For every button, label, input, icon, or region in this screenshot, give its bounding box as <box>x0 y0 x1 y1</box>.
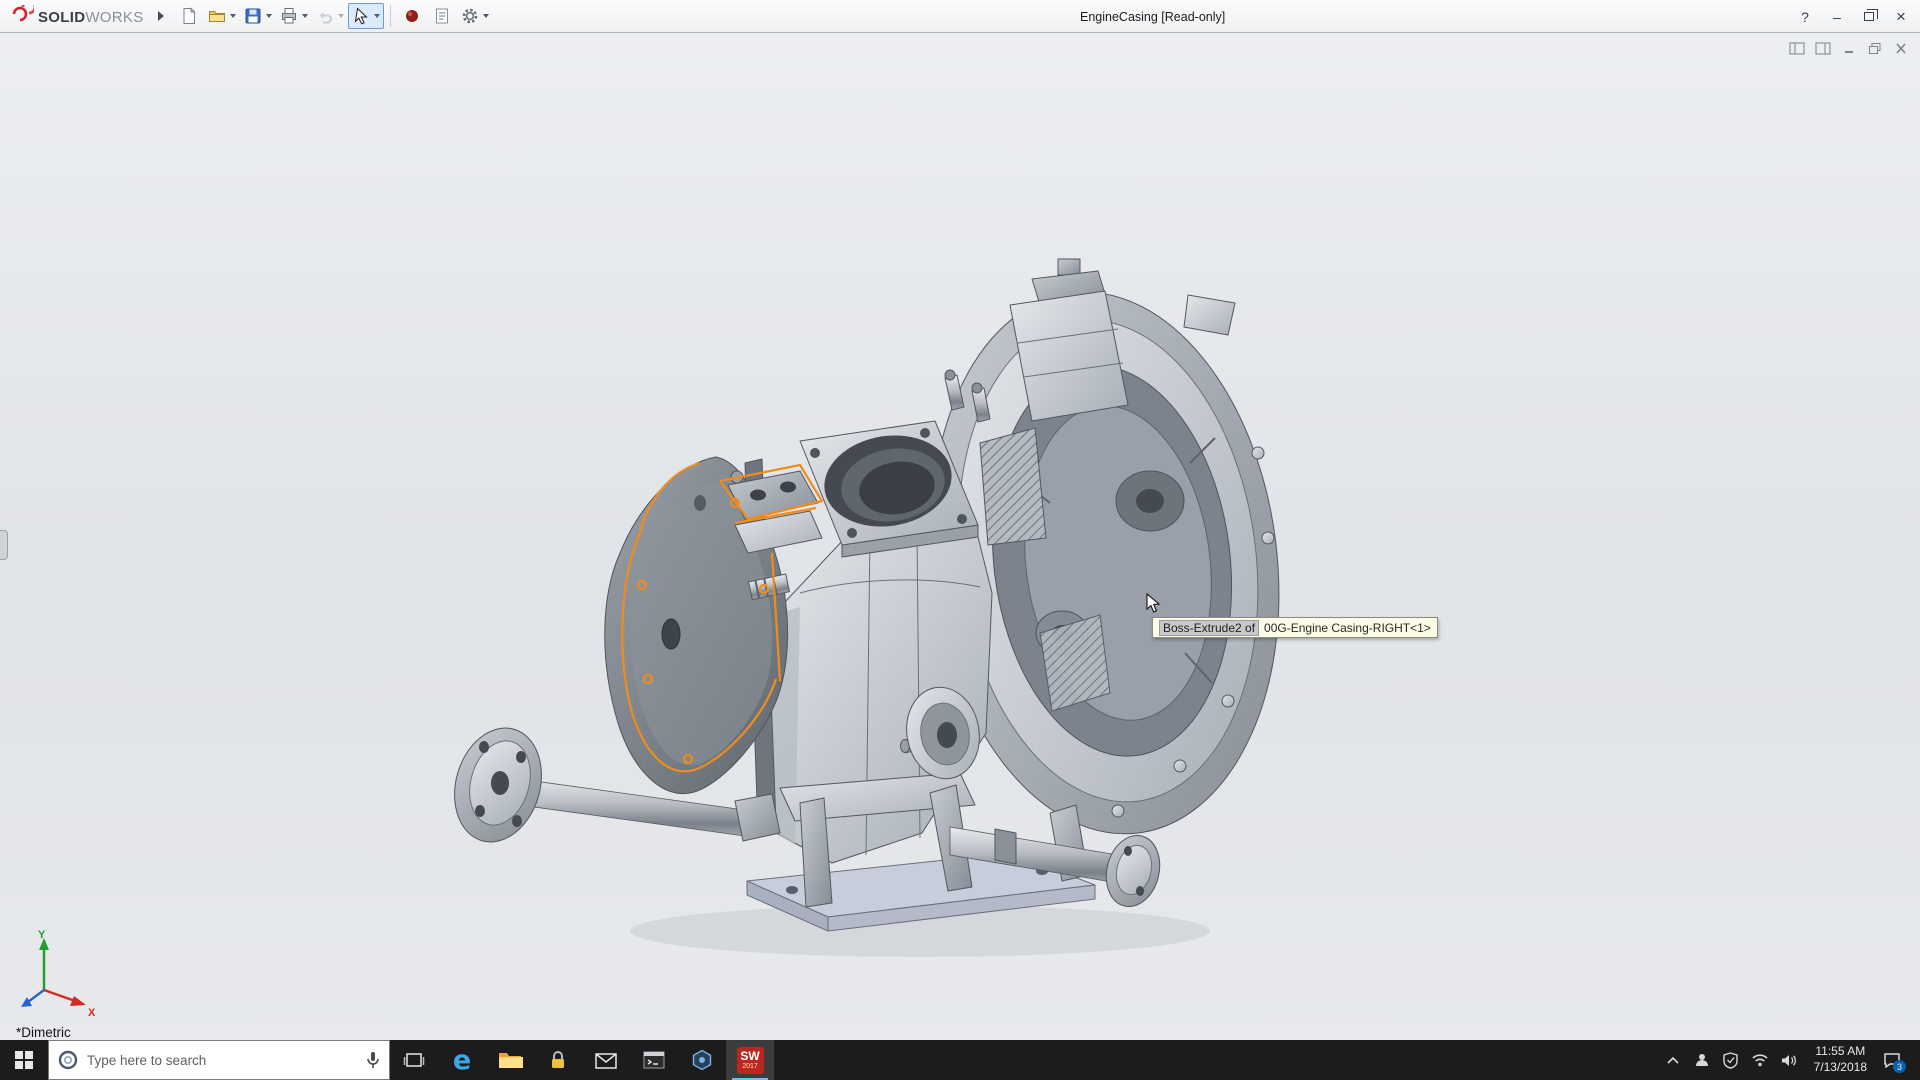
select-dropdown-caret[interactable] <box>374 14 380 18</box>
solidworks-app-icon: SW 2017 <box>737 1047 764 1074</box>
action-center-button[interactable]: 3 <box>1882 1050 1902 1070</box>
lock-icon <box>547 1049 569 1071</box>
taskbar-app-terminal[interactable] <box>630 1040 678 1080</box>
logo-text-solid: SOLID <box>38 9 85 26</box>
tray-network-icon[interactable] <box>1750 1050 1770 1070</box>
select-tool-button[interactable] <box>348 3 384 29</box>
clock-time: 11:55 AM <box>1815 1044 1865 1060</box>
print-dropdown-caret[interactable] <box>302 14 308 18</box>
sheet-icon <box>433 7 451 25</box>
print-icon <box>280 7 298 25</box>
taskbar-search[interactable] <box>48 1040 390 1080</box>
toolbar-flyout-arrow[interactable] <box>158 11 164 21</box>
options-gear-icon <box>461 7 479 25</box>
options-button[interactable] <box>457 3 493 29</box>
open-dropdown-caret[interactable] <box>230 14 236 18</box>
taskbar-app-solidworks[interactable]: SW 2017 <box>726 1040 774 1080</box>
open-icon <box>208 7 226 25</box>
file-explorer-icon <box>497 1049 523 1071</box>
save-icon <box>244 7 262 25</box>
hatched-rib[interactable] <box>980 428 1046 545</box>
mail-icon <box>594 1051 618 1070</box>
view-orientation-label: *Dimetric <box>16 1025 71 1040</box>
tray-person-icon[interactable] <box>1692 1050 1712 1070</box>
toolbar-separator <box>390 5 391 27</box>
window-title: EngineCasing [Read-only] <box>1080 0 1225 33</box>
taskbar-clock[interactable]: 11:55 AM 7/13/2018 <box>1808 1044 1873 1075</box>
new-document-button[interactable] <box>174 3 204 29</box>
windows-taskbar: e <box>0 1040 1920 1080</box>
pane-left-icon[interactable] <box>1788 41 1806 56</box>
document-window-controls <box>1788 41 1910 56</box>
system-tray: 11:55 AM 7/13/2018 3 <box>1663 1040 1920 1080</box>
windows-logo-icon <box>15 1051 33 1069</box>
selection-tooltip: Boss-Extrude2 of 00G-Engine Casing-RIGHT… <box>1152 617 1438 638</box>
task-view-icon <box>403 1051 425 1069</box>
close-button[interactable]: × <box>1886 4 1916 30</box>
taskbar-app-photos[interactable] <box>678 1040 726 1080</box>
taskbar-app-mail[interactable] <box>582 1040 630 1080</box>
titlebar: SOLIDWORKS <box>0 0 1920 33</box>
ds-logo-icon <box>10 5 34 22</box>
task-view-button[interactable] <box>390 1040 438 1080</box>
pane-right-icon[interactable] <box>1814 41 1832 56</box>
help-button[interactable]: ? <box>1790 4 1820 30</box>
notification-badge: 3 <box>1893 1060 1906 1073</box>
search-input[interactable] <box>87 1053 357 1068</box>
graphics-viewport[interactable]: Boss-Extrude2 of 00G-Engine Casing-RIGHT… <box>0 33 1920 1040</box>
appearance-button[interactable] <box>397 3 427 29</box>
taskbar-app-edge[interactable]: e <box>438 1040 486 1080</box>
save-button[interactable] <box>240 3 276 29</box>
clock-date: 7/13/2018 <box>1814 1060 1867 1076</box>
solidworks-logo: SOLIDWORKS <box>10 5 144 27</box>
options-dropdown-caret[interactable] <box>483 14 489 18</box>
window-controls: ? – × <box>1790 0 1916 33</box>
taskbar-app-file-explorer[interactable] <box>486 1040 534 1080</box>
doc-minimize-icon[interactable] <box>1840 41 1858 56</box>
new-document-icon <box>180 7 198 25</box>
save-dropdown-caret[interactable] <box>266 14 272 18</box>
cortana-icon <box>57 1049 79 1071</box>
tooltip-feature-name: Boss-Extrude2 of <box>1159 620 1259 636</box>
doc-restore-icon[interactable] <box>1866 41 1884 56</box>
microphone-icon[interactable] <box>365 1050 381 1070</box>
restore-icon <box>1864 12 1874 21</box>
undo-dropdown-caret[interactable] <box>338 14 344 18</box>
photos-icon <box>691 1049 713 1071</box>
properties-button[interactable] <box>427 3 457 29</box>
triad-y-label: Y <box>38 929 46 941</box>
open-button[interactable] <box>204 3 240 29</box>
select-icon <box>352 7 370 25</box>
minimize-button[interactable]: – <box>1822 4 1852 30</box>
tooltip-component-name: 00G-Engine Casing-RIGHT<1> <box>1264 621 1431 635</box>
engine-casing-model[interactable] <box>0 33 1920 1040</box>
restore-button[interactable] <box>1854 4 1884 30</box>
taskbar-app-lock[interactable] <box>534 1040 582 1080</box>
logo-text-works: WORKS <box>85 9 143 26</box>
triad-x-label: X <box>88 1007 96 1018</box>
appearance-icon <box>403 7 421 25</box>
doc-close-icon[interactable] <box>1892 41 1910 56</box>
print-button[interactable] <box>276 3 312 29</box>
desktop-screen: SOLIDWORKS <box>0 0 1920 1080</box>
undo-icon <box>316 7 334 25</box>
feature-manager-collapsed-tab[interactable] <box>0 530 8 560</box>
undo-button[interactable] <box>312 3 348 29</box>
tray-chevron-up-icon[interactable] <box>1663 1050 1683 1070</box>
tray-volume-icon[interactable] <box>1779 1050 1799 1070</box>
start-button[interactable] <box>0 1040 48 1080</box>
reference-triad: Y X <box>14 926 106 1018</box>
tray-shield-icon[interactable] <box>1721 1050 1741 1070</box>
terminal-icon <box>642 1050 666 1070</box>
edge-icon: e <box>453 1047 471 1074</box>
